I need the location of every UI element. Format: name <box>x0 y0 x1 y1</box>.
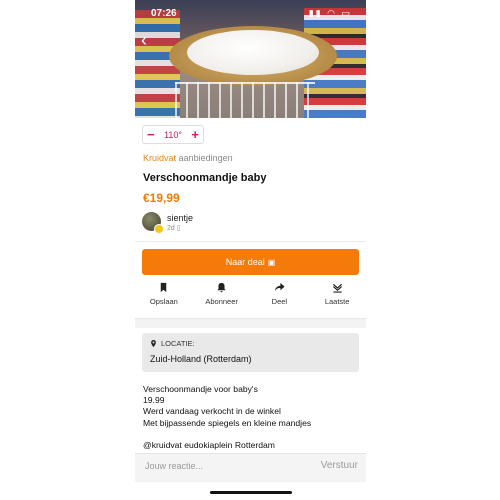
user-badge-icon <box>154 224 164 234</box>
location-pin-icon <box>151 339 156 347</box>
save-button[interactable]: Opslaan <box>135 282 193 310</box>
merchant-suffix: aanbiedingen <box>178 153 233 163</box>
bookmark-icon <box>161 282 167 293</box>
latest-label: Laatste <box>324 297 350 306</box>
cart-rail <box>175 82 315 118</box>
vote-up-button[interactable]: + <box>191 128 199 141</box>
temperature-value: 110° <box>164 129 182 140</box>
deal-title: Verschoonmandje baby <box>143 172 267 184</box>
posted-time: 2d ▯ <box>167 224 181 232</box>
deal-image[interactable]: 07:26 ▮▮ ◠ ▭ ‹ <box>135 0 366 118</box>
status-icons: ▮▮ ◠ ▭ <box>308 8 352 18</box>
phone-icon: ▯ <box>176 225 181 232</box>
location-value: Zuid-Holland (Rotterdam) <box>150 354 252 364</box>
subscribe-label: Abonneer <box>205 297 238 306</box>
comment-input[interactable]: Jouw reactie... <box>145 461 203 471</box>
go-to-deal-label: Naar deal <box>225 257 265 267</box>
comment-bar: Jouw reactie... Verstuur <box>135 453 366 482</box>
merchant-link[interactable]: Kruidvat <box>143 153 176 163</box>
home-indicator[interactable] <box>210 491 292 494</box>
deal-price: €19,99 <box>143 191 180 205</box>
deal-description: Verschoonmandje voor baby's 19.99 Werd v… <box>143 384 311 451</box>
section-divider <box>135 318 366 328</box>
posted-time-text: 2d <box>167 225 175 232</box>
share-label: Deel <box>271 297 288 306</box>
divider <box>135 241 366 242</box>
location-card: LOCATIE: Zuid-Holland (Rotterdam) <box>142 333 359 372</box>
share-icon <box>274 282 285 292</box>
description-line: Werd vandaag verkocht in de winkel <box>143 406 281 417</box>
merchant-line: Kruidvat aanbiedingen <box>143 153 233 163</box>
latest-button[interactable]: Laatste <box>308 282 366 310</box>
username[interactable]: sientje <box>167 213 193 223</box>
phone-screen: 07:26 ▮▮ ◠ ▭ ‹ − 110° + Kruidvat aanbied… <box>135 0 366 500</box>
action-bar: Opslaan Abonneer Deel Laatste <box>135 282 366 310</box>
send-button[interactable]: Verstuur <box>321 460 358 471</box>
status-time: 07:26 <box>151 8 177 19</box>
external-link-icon: ▣ <box>267 257 276 267</box>
back-arrow-icon[interactable]: ‹ <box>141 30 147 51</box>
temperature-voter: − 110° + <box>142 125 204 144</box>
description-line: Verschoonmandje voor baby's <box>143 384 258 394</box>
jump-latest-icon <box>332 283 342 293</box>
save-label: Opslaan <box>149 297 178 306</box>
description-line: Met bijpassende spiegels en kleine mandj… <box>143 417 312 428</box>
go-to-deal-button[interactable]: Naar deal ▣ <box>142 249 359 275</box>
bell-icon <box>217 282 226 293</box>
changing-mat-shape <box>187 30 319 75</box>
description-line: @kruidvat eudokiaplein Rotterdam <box>143 439 275 450</box>
share-button[interactable]: Deel <box>251 282 309 310</box>
location-label-row: LOCATIE: <box>150 339 195 348</box>
subscribe-button[interactable]: Abonneer <box>193 282 251 310</box>
description-line: 19.99 <box>143 395 165 406</box>
location-label: LOCATIE: <box>161 339 195 348</box>
vote-down-button[interactable]: − <box>147 128 155 141</box>
